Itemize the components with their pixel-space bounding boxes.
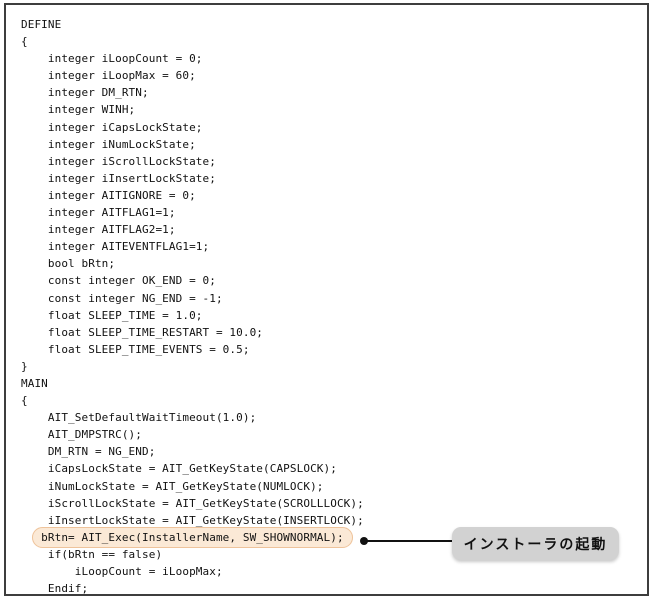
code-line: AIT_SetDefaultWaitTimeout(1.0); — [21, 411, 257, 425]
code-line: integer AITEVENTFLAG1=1; — [21, 240, 210, 254]
connector-line — [366, 540, 453, 542]
code-line: integer DM_RTN; — [21, 86, 149, 100]
code-line: bRtn= AIT_Exec(InstallerName, SW_SHOWNOR… — [21, 526, 364, 548]
code-line: const integer OK_END = 0; — [21, 274, 216, 288]
code-line: iLoopCount = iLoopMax; — [21, 565, 223, 578]
annotation-label-text: インストーラの起動 — [463, 536, 608, 553]
code-line: iCapsLockState = AIT_GetKeyState(CAPSLOC… — [21, 462, 337, 476]
code-line: iNumLockState = AIT_GetKeyState(NUMLOCK)… — [21, 479, 324, 493]
code-line: } — [21, 359, 28, 373]
code-line: integer iNumLockState; — [21, 137, 196, 151]
code-line: iScrollLockState = AIT_GetKeyState(SCROL… — [21, 496, 364, 510]
code-line: integer iCapsLockState; — [21, 120, 203, 134]
code-line: { — [21, 35, 28, 49]
code-line: const integer NG_END = -1; — [21, 291, 223, 305]
connector-bullet — [360, 537, 368, 545]
code-line: float SLEEP_TIME = 1.0; — [21, 308, 203, 322]
code-line: MAIN — [21, 376, 48, 390]
code-line: integer AITFLAG2=1; — [21, 223, 176, 237]
code-line: integer WINH; — [21, 103, 136, 117]
code-line: integer iLoopCount = 0; — [21, 52, 203, 66]
code-line: Endif; — [21, 582, 89, 596]
code-line: { — [21, 394, 28, 408]
code-line: if(bRtn == false) — [21, 547, 163, 561]
annotation-label: インストーラの起動 — [452, 527, 619, 560]
highlighted-code: bRtn= AIT_Exec(InstallerName, SW_SHOWNOR… — [32, 526, 353, 548]
code-line: float SLEEP_TIME_EVENTS = 0.5; — [21, 342, 250, 356]
code-line: integer AITFLAG1=1; — [21, 206, 176, 220]
code-line: AIT_DMPSTRC(); — [21, 428, 143, 442]
code-line: float SLEEP_TIME_RESTART = 10.0; — [21, 325, 264, 339]
code-line: DEFINE — [21, 18, 62, 31]
code-line: integer AITIGNORE = 0; — [21, 188, 196, 202]
code-line: integer iLoopMax = 60; — [21, 69, 196, 83]
code-line: integer iInsertLockState; — [21, 171, 216, 185]
code-line: bool bRtn; — [21, 257, 116, 271]
code-listing: DEFINE { integer iLoopCount = 0; integer … — [21, 16, 364, 597]
code-line: integer iScrollLockState; — [21, 154, 216, 168]
code-line: DM_RTN = NG_END; — [21, 445, 156, 459]
